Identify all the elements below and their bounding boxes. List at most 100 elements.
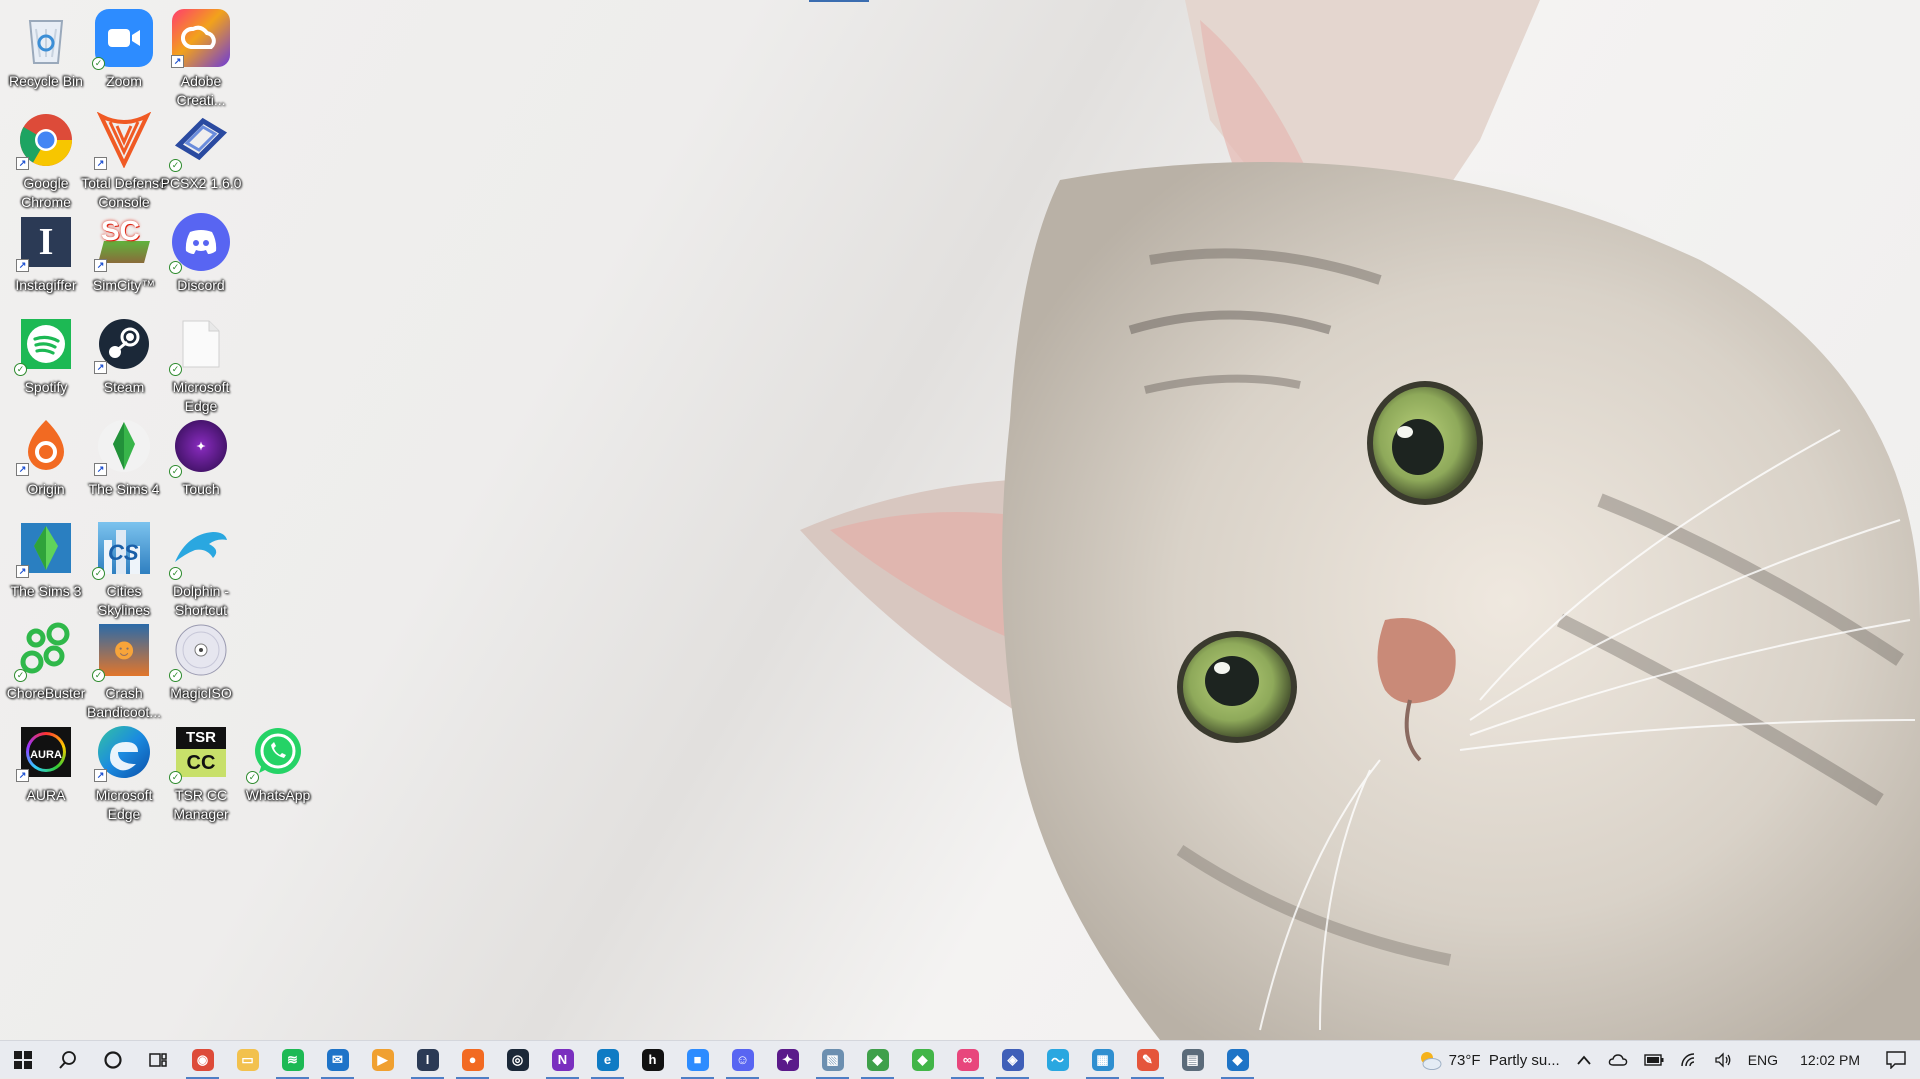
desktop-icon[interactable]: ✓ Dolphin - Shortcut [155, 510, 247, 620]
magiciso-icon: ✓ [169, 620, 231, 682]
taskbar-app-photo-viewer[interactable]: ▧ [810, 1041, 855, 1079]
desktop-icon-label: PCSX2 1.6.0 [160, 175, 242, 191]
taskbar-app-adobe-cc[interactable]: ∞ [945, 1041, 990, 1079]
chorebuster-icon: ✓ [14, 620, 76, 682]
system-tray: 73°F Partly su... ENG 12:02 PM [1409, 1041, 1920, 1079]
desktop-icon-label: Touch [182, 481, 220, 497]
taskbar-app-dolphin[interactable]: 〜 [1035, 1041, 1080, 1079]
taskbar-app-kodi[interactable]: ◆ [1215, 1041, 1260, 1079]
desktop-icon[interactable]: ✦ ✓ Touch [155, 408, 247, 499]
taskbar-app-instagiffer[interactable]: I [405, 1041, 450, 1079]
desktop-icon[interactable]: ✓ WhatsApp [232, 714, 324, 805]
taskbar-app-chrome[interactable]: ◉ [180, 1041, 225, 1079]
partly-sunny-icon [1420, 1052, 1442, 1070]
desktop-icon[interactable]: ✓ MagicISO [155, 612, 247, 703]
recycle-bin-icon [16, 8, 76, 68]
taskbar-pinned-apps: ◉ ▭ ≋ ✉ ▶ I ● ◎ Ne h ■ ☺ ✦ ▧ ◆ ◆ ∞ ◈ 〜 ▦ ✎ ▤ ◆ [180, 1041, 1260, 1079]
shortcut-arrow-icon: ↗ [171, 55, 184, 68]
search-icon [58, 1050, 76, 1069]
crash-bandicoot-icon: ☻ ✓ [92, 620, 154, 682]
sync-status-icon: ✓ [169, 567, 182, 580]
desktop-icon-label: Discord [177, 277, 225, 293]
shortcut-arrow-icon: ↗ [94, 259, 107, 272]
dolphin-icon: 〜 [1046, 1048, 1069, 1071]
clock-button[interactable]: 12:02 PM [1800, 1052, 1860, 1068]
origin-icon: ● [461, 1048, 484, 1071]
shortcut-arrow-icon: ↗ [16, 463, 29, 476]
cities-skylines-icon: ▦ [1091, 1048, 1114, 1071]
blank-file-icon: ✓ [169, 314, 231, 376]
taskbar-app-paint[interactable]: ✎ [1125, 1041, 1170, 1079]
cities-skylines-icon: CS ✓ [92, 518, 154, 580]
desktop-icon[interactable]: ↗ Adobe Creati... [155, 0, 247, 110]
origin-icon: ↗ [16, 416, 76, 476]
search-button[interactable] [45, 1041, 90, 1079]
top-accent-bar [809, 0, 869, 2]
taskbar-app-zoom[interactable]: ■ [675, 1041, 720, 1079]
onedrive-tray-button[interactable] [1608, 1053, 1628, 1067]
simcity-icon: SC ↗ [94, 212, 154, 272]
taskbar-app-calculator[interactable]: ▤ [1170, 1041, 1215, 1079]
shortcut-arrow-icon: ↗ [94, 463, 107, 476]
spotify-icon: ✓ [14, 314, 76, 376]
desktop-icon[interactable]: ✓ Microsoft Edge [155, 306, 247, 416]
hulu-icon: h [641, 1048, 664, 1071]
taskbar-app-hulu[interactable]: h [630, 1041, 675, 1079]
edge-icon: ↗ [94, 722, 154, 782]
adobe-cc-icon: ∞ [956, 1048, 979, 1071]
file-explorer-icon: ▭ [236, 1048, 259, 1071]
cortana-button[interactable] [90, 1041, 135, 1079]
adobe-creative-cloud-icon: ↗ [171, 8, 231, 68]
steam-icon: ◎ [506, 1048, 529, 1071]
task-view-button[interactable] [135, 1041, 180, 1079]
taskbar-app-onenote[interactable]: N [540, 1041, 585, 1079]
sync-status-icon: ✓ [169, 771, 182, 784]
shortcut-arrow-icon: ↗ [94, 157, 107, 170]
network-tray-button[interactable] [1680, 1052, 1698, 1068]
clock-time: 12:02 PM [1800, 1052, 1860, 1068]
desktop-icon[interactable]: ✓ PCSX2 1.6.0 [155, 102, 247, 193]
sims4-icon: ◆ [911, 1048, 934, 1071]
shortcut-arrow-icon: ↗ [16, 259, 29, 272]
taskbar-app-pcsx2[interactable]: ◈ [990, 1041, 1035, 1079]
sync-status-icon: ✓ [14, 363, 27, 376]
paint-icon: ✎ [1136, 1048, 1159, 1071]
taskbar-app-sims3[interactable]: ◆ [855, 1041, 900, 1079]
instagiffer-icon: I [416, 1048, 439, 1071]
sims3-icon: ◆ [866, 1048, 889, 1071]
show-hidden-icons-button[interactable] [1576, 1054, 1592, 1066]
taskbar-app-spotify[interactable]: ≋ [270, 1041, 315, 1079]
desktop-icon[interactable]: ✓ Discord [155, 204, 247, 295]
taskbar-app-cities-skylines[interactable]: ▦ [1080, 1041, 1125, 1079]
taskbar-app-steam[interactable]: ◎ [495, 1041, 540, 1079]
taskbar-app-origin[interactable]: ● [450, 1041, 495, 1079]
start-button[interactable] [0, 1041, 45, 1079]
task-view-icon [148, 1052, 167, 1067]
action-center-button[interactable] [1886, 1051, 1906, 1069]
spotify-icon: ≋ [281, 1048, 304, 1071]
shortcut-arrow-icon: ↗ [94, 769, 107, 782]
discord-icon: ✓ [169, 212, 231, 274]
volume-tray-button[interactable] [1714, 1052, 1732, 1068]
shortcut-arrow-icon: ↗ [16, 565, 29, 578]
notification-icon [1886, 1051, 1906, 1069]
desktop-icon-label: WhatsApp [245, 787, 311, 803]
edge-icon: e [596, 1048, 619, 1071]
input-language-button[interactable]: ENG [1748, 1052, 1778, 1068]
chrome-icon: ◉ [191, 1048, 214, 1071]
sims4-icon: ↗ [94, 416, 154, 476]
battery-tray-button[interactable] [1644, 1054, 1664, 1066]
weather-widget[interactable]: 73°F Partly su... [1417, 1049, 1560, 1071]
taskbar-app-mail[interactable]: ✉ [315, 1041, 360, 1079]
calculator-icon: ▤ [1181, 1048, 1204, 1071]
taskbar-app-media-player[interactable]: ▶ [360, 1041, 405, 1079]
taskbar-app-edge[interactable]: e [585, 1041, 630, 1079]
zoom-icon: ■ [686, 1048, 709, 1071]
taskbar-app-sims4[interactable]: ◆ [900, 1041, 945, 1079]
taskbar-app-file-explorer[interactable]: ▭ [225, 1041, 270, 1079]
taskbar-app-touch[interactable]: ✦ [765, 1041, 810, 1079]
taskbar-app-discord[interactable]: ☺ [720, 1041, 765, 1079]
instagiffer-icon: I ↗ [16, 212, 76, 272]
speaker-icon [1715, 1052, 1731, 1068]
sync-status-icon: ✓ [169, 261, 182, 274]
